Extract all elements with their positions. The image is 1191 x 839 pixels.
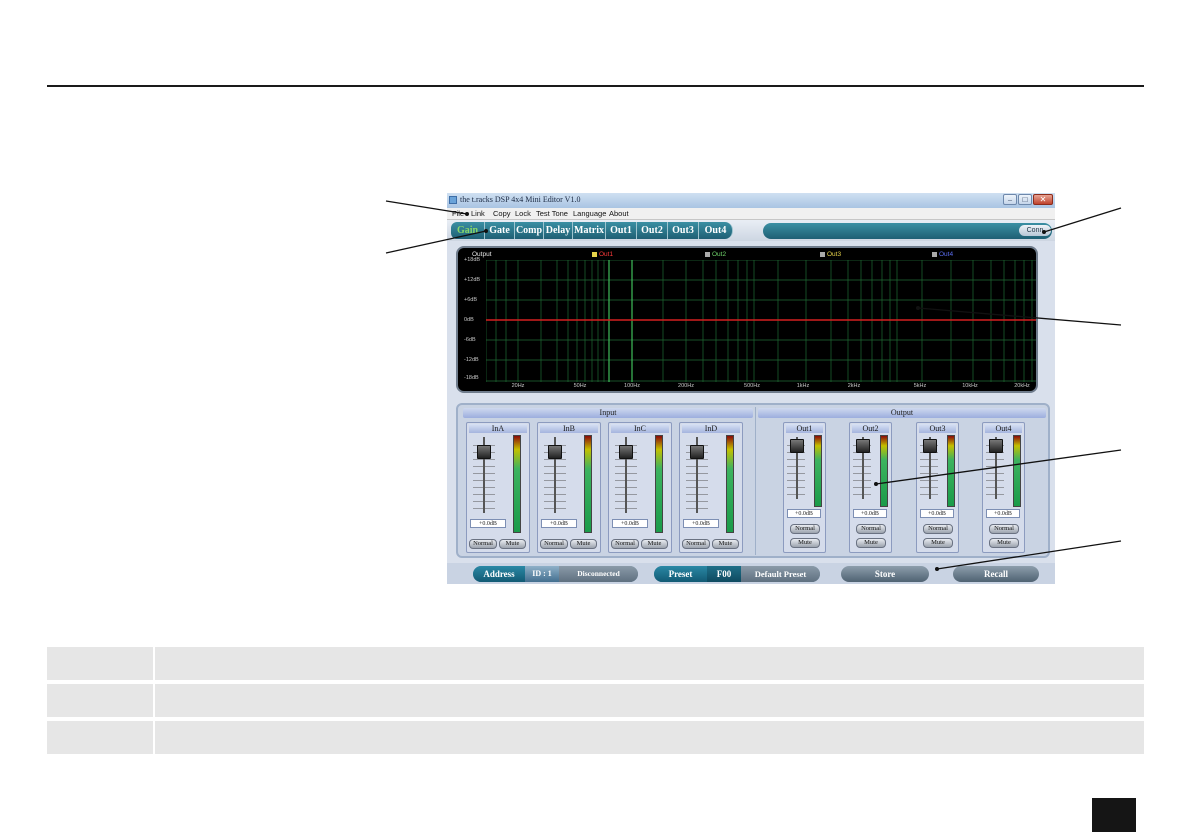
page-number-box bbox=[1092, 798, 1136, 832]
table-cell-label bbox=[47, 721, 153, 754]
table-cell-label bbox=[47, 684, 153, 717]
table-cell-label bbox=[47, 647, 153, 680]
table-cell-text bbox=[155, 684, 1144, 717]
table-cell-text bbox=[155, 721, 1144, 754]
legend-table-row bbox=[47, 647, 1144, 680]
legend-table-row bbox=[47, 721, 1144, 754]
table-cell-text bbox=[155, 647, 1144, 680]
legend-table-row bbox=[47, 684, 1144, 717]
